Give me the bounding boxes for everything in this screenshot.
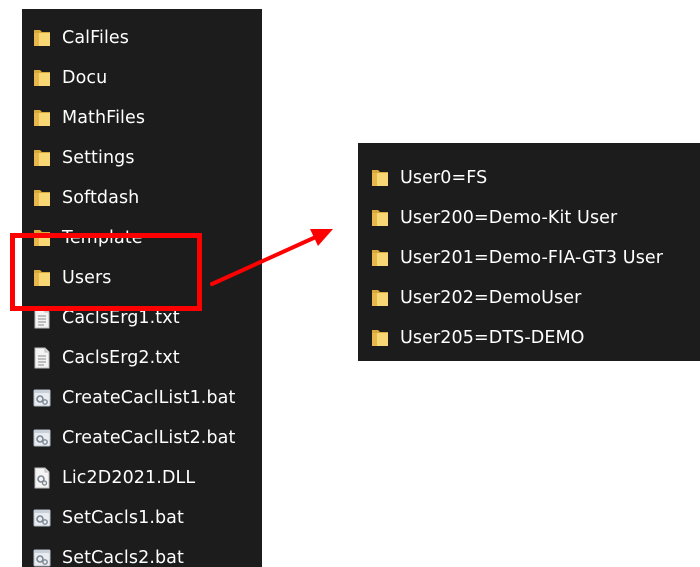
list-item-label: SetCacls1.bat [62,508,184,528]
list-item-softdash[interactable]: Softdash [22,178,262,218]
list-item-template[interactable]: Template [22,218,262,258]
left-file-list-panel: CalFiles Docu MathFiles Settings Softdas… [22,9,262,567]
list-item-user201[interactable]: User201=Demo-FIA-GT3 User [358,238,700,278]
list-item-caclserg1[interactable]: CaclsErg1.txt [22,298,262,338]
list-item-user205[interactable]: User205=DTS-DEMO [358,318,700,358]
list-item-label: MathFiles [62,108,146,128]
list-item-user200[interactable]: User200=Demo-Kit User [358,198,700,238]
folder-icon [370,167,390,189]
dll-file-icon [32,467,52,489]
folder-icon [32,227,52,249]
list-item-label: Users [62,268,112,288]
list-item-calfiles[interactable]: CalFiles [22,18,262,58]
list-item-label: CreateCaclList1.bat [62,388,236,408]
list-item-user0[interactable]: User0=FS [358,158,700,198]
list-item-docu[interactable]: Docu [22,58,262,98]
batch-file-icon [32,387,52,409]
list-item-setcacls1[interactable]: SetCacls1.bat [22,498,262,538]
list-item-user202[interactable]: User202=DemoUser [358,278,700,318]
list-item-createcacllist1[interactable]: CreateCaclList1.bat [22,378,262,418]
list-item-label: Softdash [62,188,140,208]
list-item-label: User202=DemoUser [400,288,582,308]
list-item-mathfiles[interactable]: MathFiles [22,98,262,138]
list-item-settings[interactable]: Settings [22,138,262,178]
folder-icon [370,327,390,349]
batch-file-icon [32,547,52,567]
list-item-label: Template [62,228,143,248]
list-item-caclserg2[interactable]: CaclsErg2.txt [22,338,262,378]
list-item-label: User201=Demo-FIA-GT3 User [400,248,664,268]
folder-icon [370,247,390,269]
folder-icon [32,27,52,49]
list-item-label: Lic2D2021.DLL [62,468,196,488]
list-item-lic2d2021[interactable]: Lic2D2021.DLL [22,458,262,498]
list-item-label: Docu [62,68,108,88]
list-item-label: CreateCaclList2.bat [62,428,236,448]
users-folder-panel: User0=FS User200=Demo-Kit User User201=D… [358,143,700,361]
folder-icon [32,107,52,129]
screenshot-stage: CalFiles Docu MathFiles Settings Softdas… [0,0,700,567]
list-item-label: User200=Demo-Kit User [400,208,618,228]
list-item-label: CaclsErg1.txt [62,308,180,328]
folder-icon [32,67,52,89]
list-item-createcacllist2[interactable]: CreateCaclList2.bat [22,418,262,458]
list-item-label: Settings [62,148,135,168]
folder-icon [32,267,52,289]
batch-file-icon [32,507,52,529]
list-item-users[interactable]: Users [22,258,262,298]
list-item-label: User205=DTS-DEMO [400,328,585,348]
folder-icon [370,207,390,229]
folder-icon [32,187,52,209]
list-item-label: SetCacls2.bat [62,548,184,567]
list-item-label: CalFiles [62,28,130,48]
list-item-setcacls2[interactable]: SetCacls2.bat [22,538,262,567]
batch-file-icon [32,427,52,449]
list-item-label: User0=FS [400,168,488,188]
text-file-icon [32,307,52,329]
text-file-icon [32,347,52,369]
list-item-label: CaclsErg2.txt [62,348,180,368]
folder-icon [370,287,390,309]
folder-icon [32,147,52,169]
